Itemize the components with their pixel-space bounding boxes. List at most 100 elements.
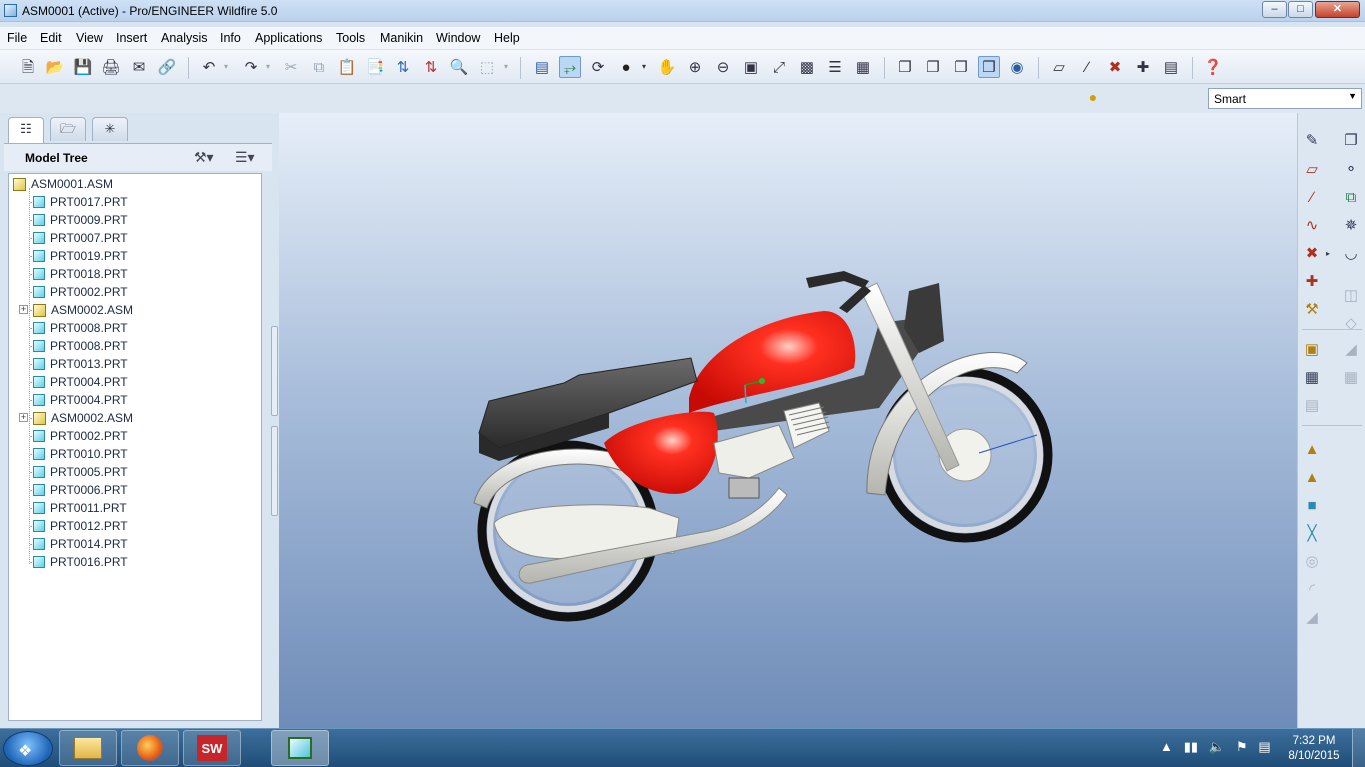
tree-settings-icon[interactable]: ⚒▾ (194, 149, 214, 166)
menu-manikin[interactable]: Manikin (380, 31, 423, 45)
volume-icon[interactable]: 🔈 (1209, 739, 1225, 754)
layers-icon[interactable]: ☰ (824, 56, 846, 78)
select-box-icon[interactable]: ⬚ (476, 56, 498, 78)
mirror-icon[interactable]: ◫ (1340, 285, 1362, 307)
tab-model-tree[interactable]: ☷ (8, 117, 44, 143)
reorient-icon[interactable]: ⤢ (768, 56, 790, 78)
datum-curve-icon[interactable]: ∿ (1301, 215, 1323, 237)
message-bulb-icon[interactable]: ● (1086, 89, 1100, 109)
start-button[interactable]: ❖ (3, 731, 53, 766)
boundary-icon[interactable]: ◡ (1340, 243, 1362, 265)
tree-node[interactable]: PRT0008.PRT (33, 319, 128, 337)
send-link-icon[interactable]: 🔗 (156, 56, 178, 78)
datum-plane-icon[interactable]: ▱ (1301, 159, 1323, 181)
datum-planes-icon[interactable]: ▱ (1048, 56, 1070, 78)
tree-node[interactable]: PRT0007.PRT (33, 229, 128, 247)
taskbar-explorer[interactable] (59, 730, 117, 766)
network-icon[interactable]: ▮▮ (1184, 739, 1198, 754)
cut-icon[interactable]: ✂ (280, 56, 302, 78)
pan-hand-icon[interactable]: ✋ (656, 56, 678, 78)
show-desktop-button[interactable] (1352, 729, 1365, 767)
tree-node[interactable]: PRT0019.PRT (33, 247, 128, 265)
maximize-button[interactable]: □ (1288, 1, 1313, 18)
regenerate-manager-icon[interactable]: ⇅ (420, 56, 442, 78)
menu-window[interactable]: Window (436, 31, 480, 45)
paste-special-icon[interactable]: 📑 (364, 56, 386, 78)
taskbar-proengineer[interactable] (271, 730, 329, 766)
menu-view[interactable]: View (76, 31, 103, 45)
tree-node[interactable]: PRT0002.PRT (33, 283, 128, 301)
enhanced-realism-icon[interactable]: ◉ (1006, 56, 1028, 78)
trim-icon[interactable]: ◢ (1340, 339, 1362, 361)
tree-node[interactable]: PRT0002.PRT (33, 427, 128, 445)
undo-icon[interactable]: ↶ (198, 56, 220, 78)
tree-node[interactable]: PRT0011.PRT (33, 499, 127, 517)
menu-tools[interactable]: Tools (336, 31, 365, 45)
tree-node[interactable]: PRT0012.PRT (33, 517, 128, 535)
menu-info[interactable]: Info (220, 31, 241, 45)
taskbar-firefox[interactable] (121, 730, 179, 766)
orient-mode-icon[interactable]: ⟳ (587, 56, 609, 78)
menu-help[interactable]: Help (494, 31, 520, 45)
open-folder-icon[interactable]: 📂 (44, 56, 66, 78)
refit-icon[interactable]: ▣ (740, 56, 762, 78)
datum-axis-icon[interactable]: ∕ (1301, 187, 1323, 209)
chamfer-icon[interactable]: ◢ (1301, 607, 1323, 629)
sweep-icon[interactable]: ⧉ (1340, 187, 1362, 209)
sketch-tool-icon[interactable]: ✎ (1301, 130, 1323, 152)
display-style-icon[interactable]: ● (615, 56, 637, 78)
tree-node[interactable]: PRT0004.PRT (33, 373, 128, 391)
coordinate-systems-icon[interactable]: ✚ (1132, 56, 1154, 78)
new-file-icon[interactable]: 🗎 (17, 56, 39, 78)
save-icon[interactable]: 💾 (72, 56, 94, 78)
taskbar-solidworks[interactable]: SW (183, 730, 241, 766)
clock[interactable]: 7:32 PM 8/10/2015 (1283, 734, 1345, 764)
datum-axes-icon[interactable]: ∕ (1076, 56, 1098, 78)
action-center-flag-icon[interactable]: ⚑ (1236, 739, 1248, 754)
family-table-icon[interactable]: ▤ (1301, 395, 1323, 417)
regenerate-icon[interactable]: ⇅ (392, 56, 414, 78)
annotation-display-icon[interactable]: ▤ (1160, 56, 1182, 78)
menu-file[interactable]: File (7, 31, 27, 45)
menu-edit[interactable]: Edit (40, 31, 62, 45)
tab-favorites[interactable]: ✳ (92, 117, 128, 141)
display-icon[interactable]: ▤ (1258, 739, 1270, 754)
select-box-dropdown-icon[interactable]: ▾ (500, 56, 512, 78)
hidden-line-icon[interactable]: ❐ (922, 56, 944, 78)
extrude-icon[interactable]: ❐ (1340, 130, 1362, 152)
relations-icon[interactable]: ▦ (1301, 367, 1323, 389)
tree-node[interactable]: PRT0018.PRT (33, 265, 128, 283)
repaint-icon[interactable]: ▤ (531, 56, 553, 78)
display-style-dropdown-icon[interactable]: ▾ (638, 56, 650, 78)
create-component-icon[interactable]: ▲ (1301, 467, 1323, 489)
tree-node[interactable]: PRT0009.PRT (33, 211, 128, 229)
zoom-in-icon[interactable]: ⊕ (684, 56, 706, 78)
datum-point-dropdown-icon[interactable]: ▸ (1323, 243, 1333, 265)
print-icon[interactable]: 🖨 (100, 56, 122, 78)
expand-icon[interactable]: + (19, 413, 28, 422)
menu-applications[interactable]: Applications (255, 31, 322, 45)
shading-icon[interactable]: ❒ (978, 56, 1000, 78)
tree-node[interactable]: PRT0010.PRT (33, 445, 128, 463)
copy-icon[interactable]: ⧉ (308, 56, 330, 78)
datum-point-icon[interactable]: ✖ (1301, 243, 1323, 265)
zoom-out-icon[interactable]: ⊖ (712, 56, 734, 78)
tab-folder-browser[interactable]: 🗁 (50, 117, 86, 141)
graphics-window[interactable] (279, 113, 1297, 728)
expand-icon[interactable]: + (19, 305, 28, 314)
wireframe-icon[interactable]: ❐ (894, 56, 916, 78)
no-hidden-icon[interactable]: ❐ (950, 56, 972, 78)
redo-dropdown-icon[interactable]: ▾ (262, 56, 274, 78)
blend-icon[interactable]: ✵ (1340, 215, 1362, 237)
merge-icon[interactable]: ◇ (1340, 313, 1362, 335)
annotation-icon[interactable]: ▣ (1301, 339, 1323, 361)
redo-icon[interactable]: ↷ (240, 56, 262, 78)
analysis-feature-icon[interactable]: ⚒ (1301, 299, 1323, 321)
pattern-icon[interactable]: ▦ (1340, 367, 1362, 389)
close-button[interactable]: ✕ (1315, 1, 1360, 18)
tree-node[interactable]: PRT0016.PRT (33, 553, 128, 571)
revolve-icon[interactable]: ⚬ (1340, 159, 1362, 181)
hole-icon[interactable]: ◎ (1301, 551, 1323, 573)
selection-filter-select[interactable]: Smart ▼ (1208, 88, 1362, 109)
tree-show-icon[interactable]: ☰▾ (235, 149, 255, 166)
